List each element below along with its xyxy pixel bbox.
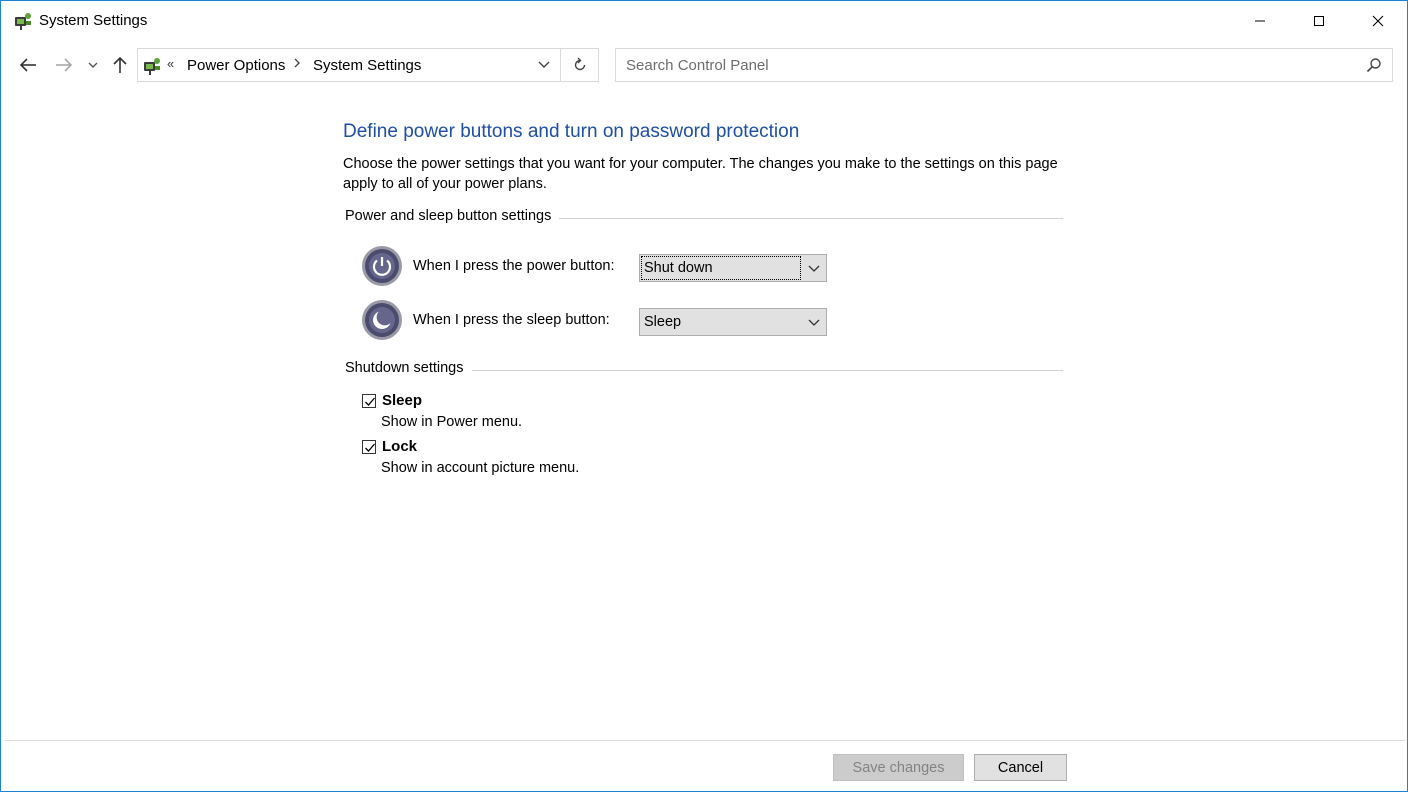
- sleep-option-description: Show in Power menu.: [381, 414, 523, 430]
- power-button-label: When I press the power button:: [413, 258, 615, 274]
- address-history-dropdown[interactable]: [528, 49, 560, 81]
- system-settings-window: System Settings « Power Options System S…: [0, 0, 1408, 792]
- breadcrumb-system-settings[interactable]: System Settings: [313, 57, 421, 74]
- power-options-icon: [13, 11, 33, 31]
- refresh-icon: [574, 57, 586, 71]
- chevron-down-icon: [808, 265, 820, 272]
- arrow-left-icon: [19, 58, 36, 72]
- shutdown-section-header: Shutdown settings: [345, 360, 1063, 380]
- breadcrumb-separator-icon[interactable]: [293, 57, 301, 72]
- window-title: System Settings: [39, 12, 148, 29]
- footer-divider: [5, 740, 1405, 741]
- recent-locations-button[interactable]: [85, 53, 101, 77]
- maximize-button[interactable]: [1290, 1, 1348, 41]
- lock-option: Lock Show in account picture menu.: [361, 437, 761, 481]
- close-button[interactable]: [1349, 1, 1407, 41]
- title-bar: System Settings: [1, 1, 1407, 41]
- sleep-option: Sleep Show in Power menu.: [361, 391, 761, 435]
- checkmark-icon: [365, 397, 375, 406]
- sleep-button-label: When I press the sleep button:: [413, 312, 610, 328]
- power-options-icon: [142, 56, 162, 76]
- sleep-button-action-select[interactable]: Sleep: [639, 308, 827, 336]
- arrow-up-icon: [113, 56, 127, 73]
- section-title: Power and sleep button settings: [345, 208, 560, 224]
- maximize-icon: [1314, 16, 1324, 26]
- minimize-button[interactable]: [1231, 1, 1289, 41]
- close-icon: [1372, 15, 1384, 27]
- search-input[interactable]: [616, 49, 1356, 81]
- navigation-bar: « Power Options System Settings: [1, 45, 1407, 87]
- arrow-right-icon: [56, 58, 73, 72]
- checkmark-icon: [365, 443, 375, 452]
- power-button-action-select[interactable]: Shut down: [639, 254, 827, 282]
- lock-option-description: Show in account picture menu.: [381, 460, 580, 476]
- chevron-down-icon: [538, 61, 550, 68]
- power-button-setting: When I press the power button: Shut down: [361, 245, 831, 287]
- sleep-button-icon: [361, 299, 403, 341]
- selected-value: Sleep: [644, 314, 682, 330]
- address-bar[interactable]: « Power Options System Settings: [137, 48, 599, 82]
- search-icon[interactable]: [1366, 57, 1382, 73]
- search-box[interactable]: [615, 48, 1393, 82]
- chevron-down-icon: [88, 62, 98, 68]
- section-title: Shutdown settings: [345, 360, 472, 376]
- page-description: Choose the power settings that you want …: [343, 156, 1058, 192]
- lock-checkbox[interactable]: [362, 440, 376, 454]
- page-title: Define power buttons and turn on passwor…: [343, 121, 800, 142]
- chevron-down-icon: [808, 319, 820, 326]
- sleep-checkbox[interactable]: [362, 394, 376, 408]
- save-changes-button[interactable]: Save changes: [833, 754, 964, 781]
- breadcrumb-overflow[interactable]: «: [167, 56, 174, 71]
- focus-rectangle: [641, 256, 801, 280]
- sleep-option-label[interactable]: Sleep: [382, 392, 422, 409]
- minimize-icon: [1255, 20, 1265, 22]
- breadcrumb-power-options[interactable]: Power Options: [187, 57, 285, 74]
- forward-button[interactable]: [53, 53, 75, 77]
- up-button[interactable]: [109, 53, 131, 77]
- cancel-button[interactable]: Cancel: [974, 754, 1067, 781]
- sleep-button-setting: When I press the sleep button: Sleep: [361, 299, 831, 341]
- back-button[interactable]: [17, 53, 39, 77]
- lock-option-label[interactable]: Lock: [382, 438, 417, 455]
- power-button-icon: [361, 245, 403, 287]
- power-sleep-section-header: Power and sleep button settings: [345, 208, 1063, 228]
- refresh-button[interactable]: [560, 48, 599, 82]
